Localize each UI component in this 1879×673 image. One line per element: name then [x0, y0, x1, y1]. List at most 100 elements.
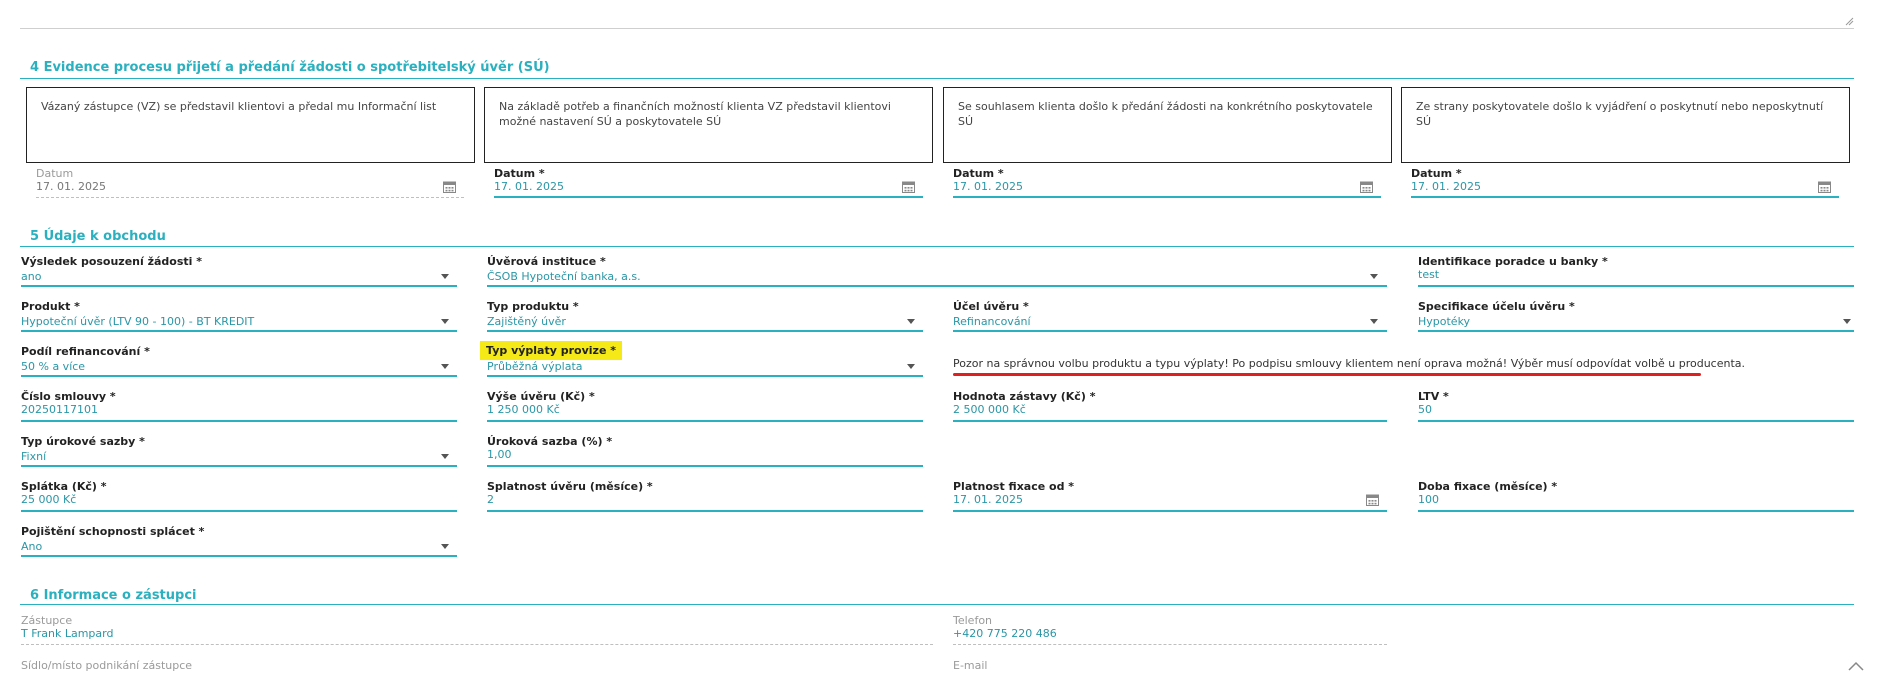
calendar-icon[interactable] [1818, 180, 1831, 193]
telefon-underline [953, 644, 1387, 645]
step-1-date-field[interactable]: Datum 17. 01. 2025 [36, 167, 464, 199]
sidlo-label: Sídlo/místo podnikání zástupce [21, 659, 193, 672]
section-5-title: 5 Údaje k obchodu [30, 229, 166, 244]
cislo-smlouvy-label: Číslo smlouvy * [21, 390, 116, 403]
zastupce-field: Zástupce T Frank Lampard [21, 614, 387, 646]
zastupce-underline [21, 644, 933, 645]
step-3-box: Se souhlasem klienta došlo k předání žád… [943, 87, 1392, 163]
podil-underline [21, 375, 457, 377]
step-3-date-field[interactable]: Datum * 17. 01. 2025 [953, 167, 1381, 199]
section-6-divider [20, 604, 1854, 605]
doba-fixace-input[interactable]: Doba fixace (měsíce) * 100 [1418, 480, 1854, 512]
splatka-input[interactable]: Splátka (Kč) * 25 000 Kč [21, 480, 457, 512]
chevron-up-icon[interactable] [1848, 661, 1864, 671]
splatnost-value: 2 [487, 493, 494, 506]
step-3-date-value: 17. 01. 2025 [953, 180, 1023, 193]
step-2-date-field[interactable]: Datum * 17. 01. 2025 [494, 167, 923, 199]
vysledek-label: Výsledek posouzení žádosti * [21, 255, 203, 268]
chevron-down-icon[interactable] [1370, 274, 1378, 279]
telefon-label: Telefon [953, 614, 993, 627]
specifikace-select[interactable]: Specifikace účelu úvěru * Hypotéky [1418, 300, 1854, 332]
chevron-down-icon[interactable] [907, 319, 915, 324]
hodnota-zastavy-label: Hodnota zástavy (Kč) * [953, 390, 1096, 403]
step-4-text: Ze strany poskytovatele došlo k vyjádřen… [1416, 100, 1824, 128]
chevron-down-icon[interactable] [1370, 319, 1378, 324]
calendar-icon[interactable] [1366, 493, 1379, 506]
cislo-smlouvy-value: 20250117101 [21, 403, 98, 416]
doba-fixace-underline [1418, 510, 1854, 512]
vyse-uveru-label: Výše úvěru (Kč) * [487, 390, 595, 403]
section-5-divider [20, 246, 1854, 247]
hodnota-zastavy-input[interactable]: Hodnota zástavy (Kč) * 2 500 000 Kč [953, 390, 1387, 422]
chevron-down-icon[interactable] [441, 544, 449, 549]
ucel-underline [953, 330, 1387, 332]
resize-grip-icon[interactable] [1844, 16, 1854, 26]
step-4-date-value: 17. 01. 2025 [1411, 180, 1481, 193]
typ-produktu-value: Zajištěný úvěr [487, 315, 566, 328]
specifikace-label: Specifikace účelu úvěru * [1418, 300, 1575, 313]
splatnost-input[interactable]: Splatnost úvěru (měsíce) * 2 [487, 480, 923, 512]
chevron-down-icon[interactable] [441, 364, 449, 369]
calendar-icon[interactable] [443, 180, 456, 193]
splatka-underline [21, 510, 457, 512]
step-1-date-underline [36, 197, 464, 198]
splatka-label: Splátka (Kč) * [21, 480, 107, 493]
instituce-select[interactable]: Úvěrová instituce * ČSOB Hypoteční banka… [487, 255, 1387, 287]
hodnota-zastavy-underline [953, 420, 1387, 422]
ucel-select[interactable]: Účel úvěru * Refinancování [953, 300, 1387, 332]
chevron-down-icon[interactable] [441, 454, 449, 459]
podil-label: Podíl refinancování * [21, 345, 150, 358]
typ-vyplaty-value: Průběžná výplata [487, 360, 583, 373]
platnost-fixace-date[interactable]: Platnost fixace od * 17. 01. 2025 [953, 480, 1387, 512]
sazba-underline [487, 465, 923, 467]
platnost-fixace-value: 17. 01. 2025 [953, 493, 1023, 506]
chevron-down-icon[interactable] [907, 364, 915, 369]
chevron-down-icon[interactable] [441, 319, 449, 324]
typ-sazby-select[interactable]: Typ úrokové sazby * Fixní [21, 435, 457, 467]
calendar-icon[interactable] [1360, 180, 1373, 193]
notes-textarea[interactable] [20, 0, 1854, 29]
sazba-input[interactable]: Úroková sazba (%) * 1,00 [487, 435, 923, 467]
doba-fixace-value: 100 [1418, 493, 1439, 506]
zastupce-value: T Frank Lampard [21, 627, 114, 640]
produkt-select[interactable]: Produkt * Hypoteční úvěr (LTV 90 - 100) … [21, 300, 457, 332]
ltv-input[interactable]: LTV * 50 [1418, 390, 1854, 422]
cislo-smlouvy-input[interactable]: Číslo smlouvy * 20250117101 [21, 390, 457, 422]
typ-vyplaty-label: Typ výplaty provize * [480, 341, 622, 360]
sazba-label: Úroková sazba (%) * [487, 435, 613, 448]
pojisteni-select[interactable]: Pojištění schopnosti splácet * Ano [21, 525, 457, 557]
chevron-down-icon[interactable] [441, 274, 449, 279]
ltv-value: 50 [1418, 403, 1432, 416]
instituce-label: Úvěrová instituce * [487, 255, 606, 268]
vysledek-underline [21, 285, 457, 287]
typ-sazby-underline [21, 465, 457, 467]
typ-produktu-select[interactable]: Typ produktu * Zajištěný úvěr [487, 300, 923, 332]
pojisteni-value: Ano [21, 540, 43, 553]
podil-select[interactable]: Podíl refinancování * 50 % a více [21, 345, 457, 377]
ucel-label: Účel úvěru * [953, 300, 1029, 313]
section-6-title: 6 Informace o zástupci [30, 588, 197, 603]
step-2-date-underline [494, 196, 923, 198]
instituce-value: ČSOB Hypoteční banka, a.s. [487, 270, 641, 283]
typ-produktu-label: Typ produktu * [487, 300, 579, 313]
specifikace-underline [1418, 330, 1854, 332]
ltv-underline [1418, 420, 1854, 422]
step-4-date-field[interactable]: Datum * 17. 01. 2025 [1411, 167, 1839, 199]
step-1-box: Vázaný zástupce (VZ) se představil klien… [26, 87, 475, 163]
hodnota-zastavy-value: 2 500 000 Kč [953, 403, 1026, 416]
vyse-uveru-value: 1 250 000 Kč [487, 403, 560, 416]
splatnost-label: Splatnost úvěru (měsíce) * [487, 480, 653, 493]
typ-produktu-underline [487, 330, 923, 332]
section-4-title: 4 Evidence procesu přijetí a předání žád… [30, 60, 550, 75]
typ-vyplaty-select[interactable]: Průběžná výplata Typ výplaty provize * [480, 341, 923, 377]
vyse-uveru-input[interactable]: Výše úvěru (Kč) * 1 250 000 Kč [487, 390, 923, 422]
chevron-down-icon[interactable] [1843, 319, 1851, 324]
step-3-text: Se souhlasem klienta došlo k předání žád… [958, 100, 1373, 128]
vysledek-select[interactable]: Výsledek posouzení žádosti * ano [21, 255, 457, 287]
step-4-date-underline [1411, 196, 1839, 198]
calendar-icon[interactable] [902, 180, 915, 193]
poradce-input[interactable]: Identifikace poradce u banky * test [1418, 255, 1854, 287]
telefon-field: Telefon +420 775 220 486 [953, 614, 1387, 646]
step-2-box: Na základě potřeb a finančních možností … [484, 87, 933, 163]
typ-vyplaty-underline [487, 375, 923, 377]
